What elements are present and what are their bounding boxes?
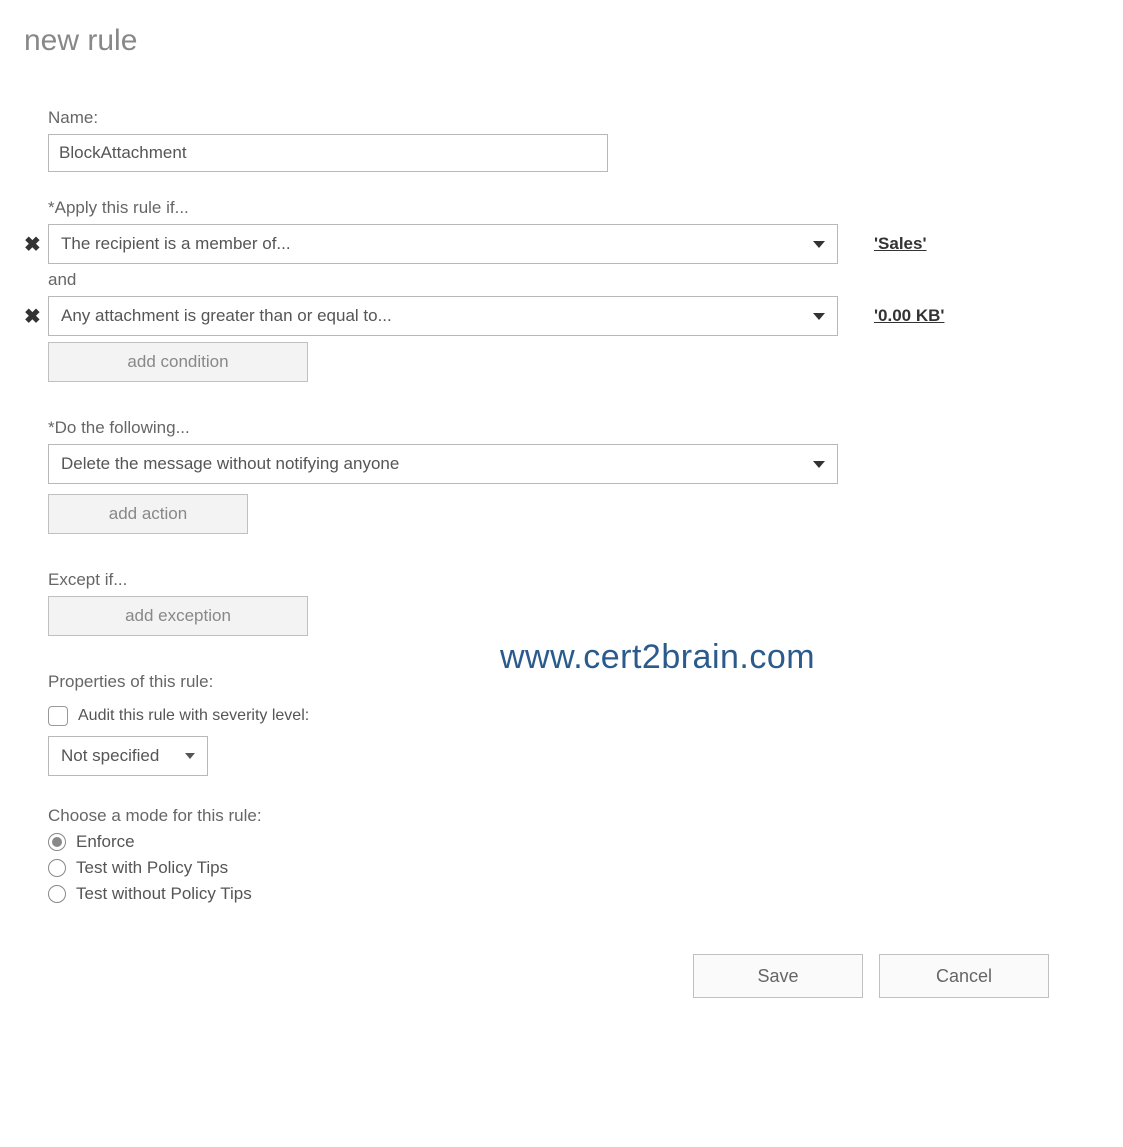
apply-section: *Apply this rule if... ✖ The recipient i… [48, 198, 1099, 382]
condition-text: The recipient is a member of... [61, 234, 291, 254]
cancel-button[interactable]: Cancel [879, 954, 1049, 998]
chevron-down-icon [813, 313, 825, 320]
except-label: Except if... [48, 570, 1099, 590]
radio-enforce[interactable] [48, 833, 66, 851]
except-section: Except if... add exception [48, 570, 1099, 636]
chevron-down-icon [185, 753, 195, 759]
radio-test-tips[interactable] [48, 859, 66, 877]
mode-section: Choose a mode for this rule: Enforce Tes… [48, 806, 1099, 904]
apply-label: *Apply this rule if... [48, 198, 1099, 218]
audit-checkbox[interactable] [48, 706, 68, 726]
chevron-down-icon [813, 241, 825, 248]
severity-dropdown[interactable]: Not specified [48, 736, 208, 776]
condition-row: ✖ The recipient is a member of... 'Sales… [48, 224, 1099, 264]
mode-option[interactable]: Enforce [48, 832, 1099, 852]
mode-option-label: Test without Policy Tips [76, 884, 252, 904]
condition-dropdown[interactable]: Any attachment is greater than or equal … [48, 296, 838, 336]
mode-option[interactable]: Test with Policy Tips [48, 858, 1099, 878]
add-exception-button[interactable]: add exception [48, 596, 308, 636]
properties-label: Properties of this rule: [48, 672, 1099, 692]
and-text: and [48, 270, 1099, 290]
name-input[interactable] [48, 134, 608, 172]
remove-condition-icon[interactable]: ✖ [24, 304, 48, 329]
condition-dropdown[interactable]: The recipient is a member of... [48, 224, 838, 264]
action-section: *Do the following... Delete the message … [48, 418, 1099, 534]
radio-test-no-tips[interactable] [48, 885, 66, 903]
condition-text: Any attachment is greater than or equal … [61, 306, 392, 326]
page-title: new rule [24, 24, 1099, 58]
footer: Save Cancel [24, 954, 1099, 998]
condition-value-link[interactable]: 'Sales' [874, 234, 927, 254]
action-dropdown[interactable]: Delete the message without notifying any… [48, 444, 838, 484]
mode-option-label: Enforce [76, 832, 135, 852]
audit-label: Audit this rule with severity level: [78, 707, 309, 725]
add-action-button[interactable]: add action [48, 494, 248, 534]
mode-option[interactable]: Test without Policy Tips [48, 884, 1099, 904]
name-section: Name: [48, 108, 1099, 172]
condition-row: ✖ Any attachment is greater than or equa… [48, 296, 1099, 336]
do-label: *Do the following... [48, 418, 1099, 438]
remove-condition-icon[interactable]: ✖ [24, 232, 48, 257]
audit-row: Audit this rule with severity level: [48, 706, 1099, 726]
mode-option-label: Test with Policy Tips [76, 858, 228, 878]
save-button[interactable]: Save [693, 954, 863, 998]
name-label: Name: [48, 108, 1099, 128]
add-condition-button[interactable]: add condition [48, 342, 308, 382]
action-text: Delete the message without notifying any… [61, 454, 399, 474]
mode-label: Choose a mode for this rule: [48, 806, 1099, 826]
properties-section: Properties of this rule: Audit this rule… [48, 672, 1099, 776]
condition-value-link[interactable]: '0.00 KB' [874, 306, 944, 326]
severity-text: Not specified [61, 746, 159, 766]
chevron-down-icon [813, 461, 825, 468]
